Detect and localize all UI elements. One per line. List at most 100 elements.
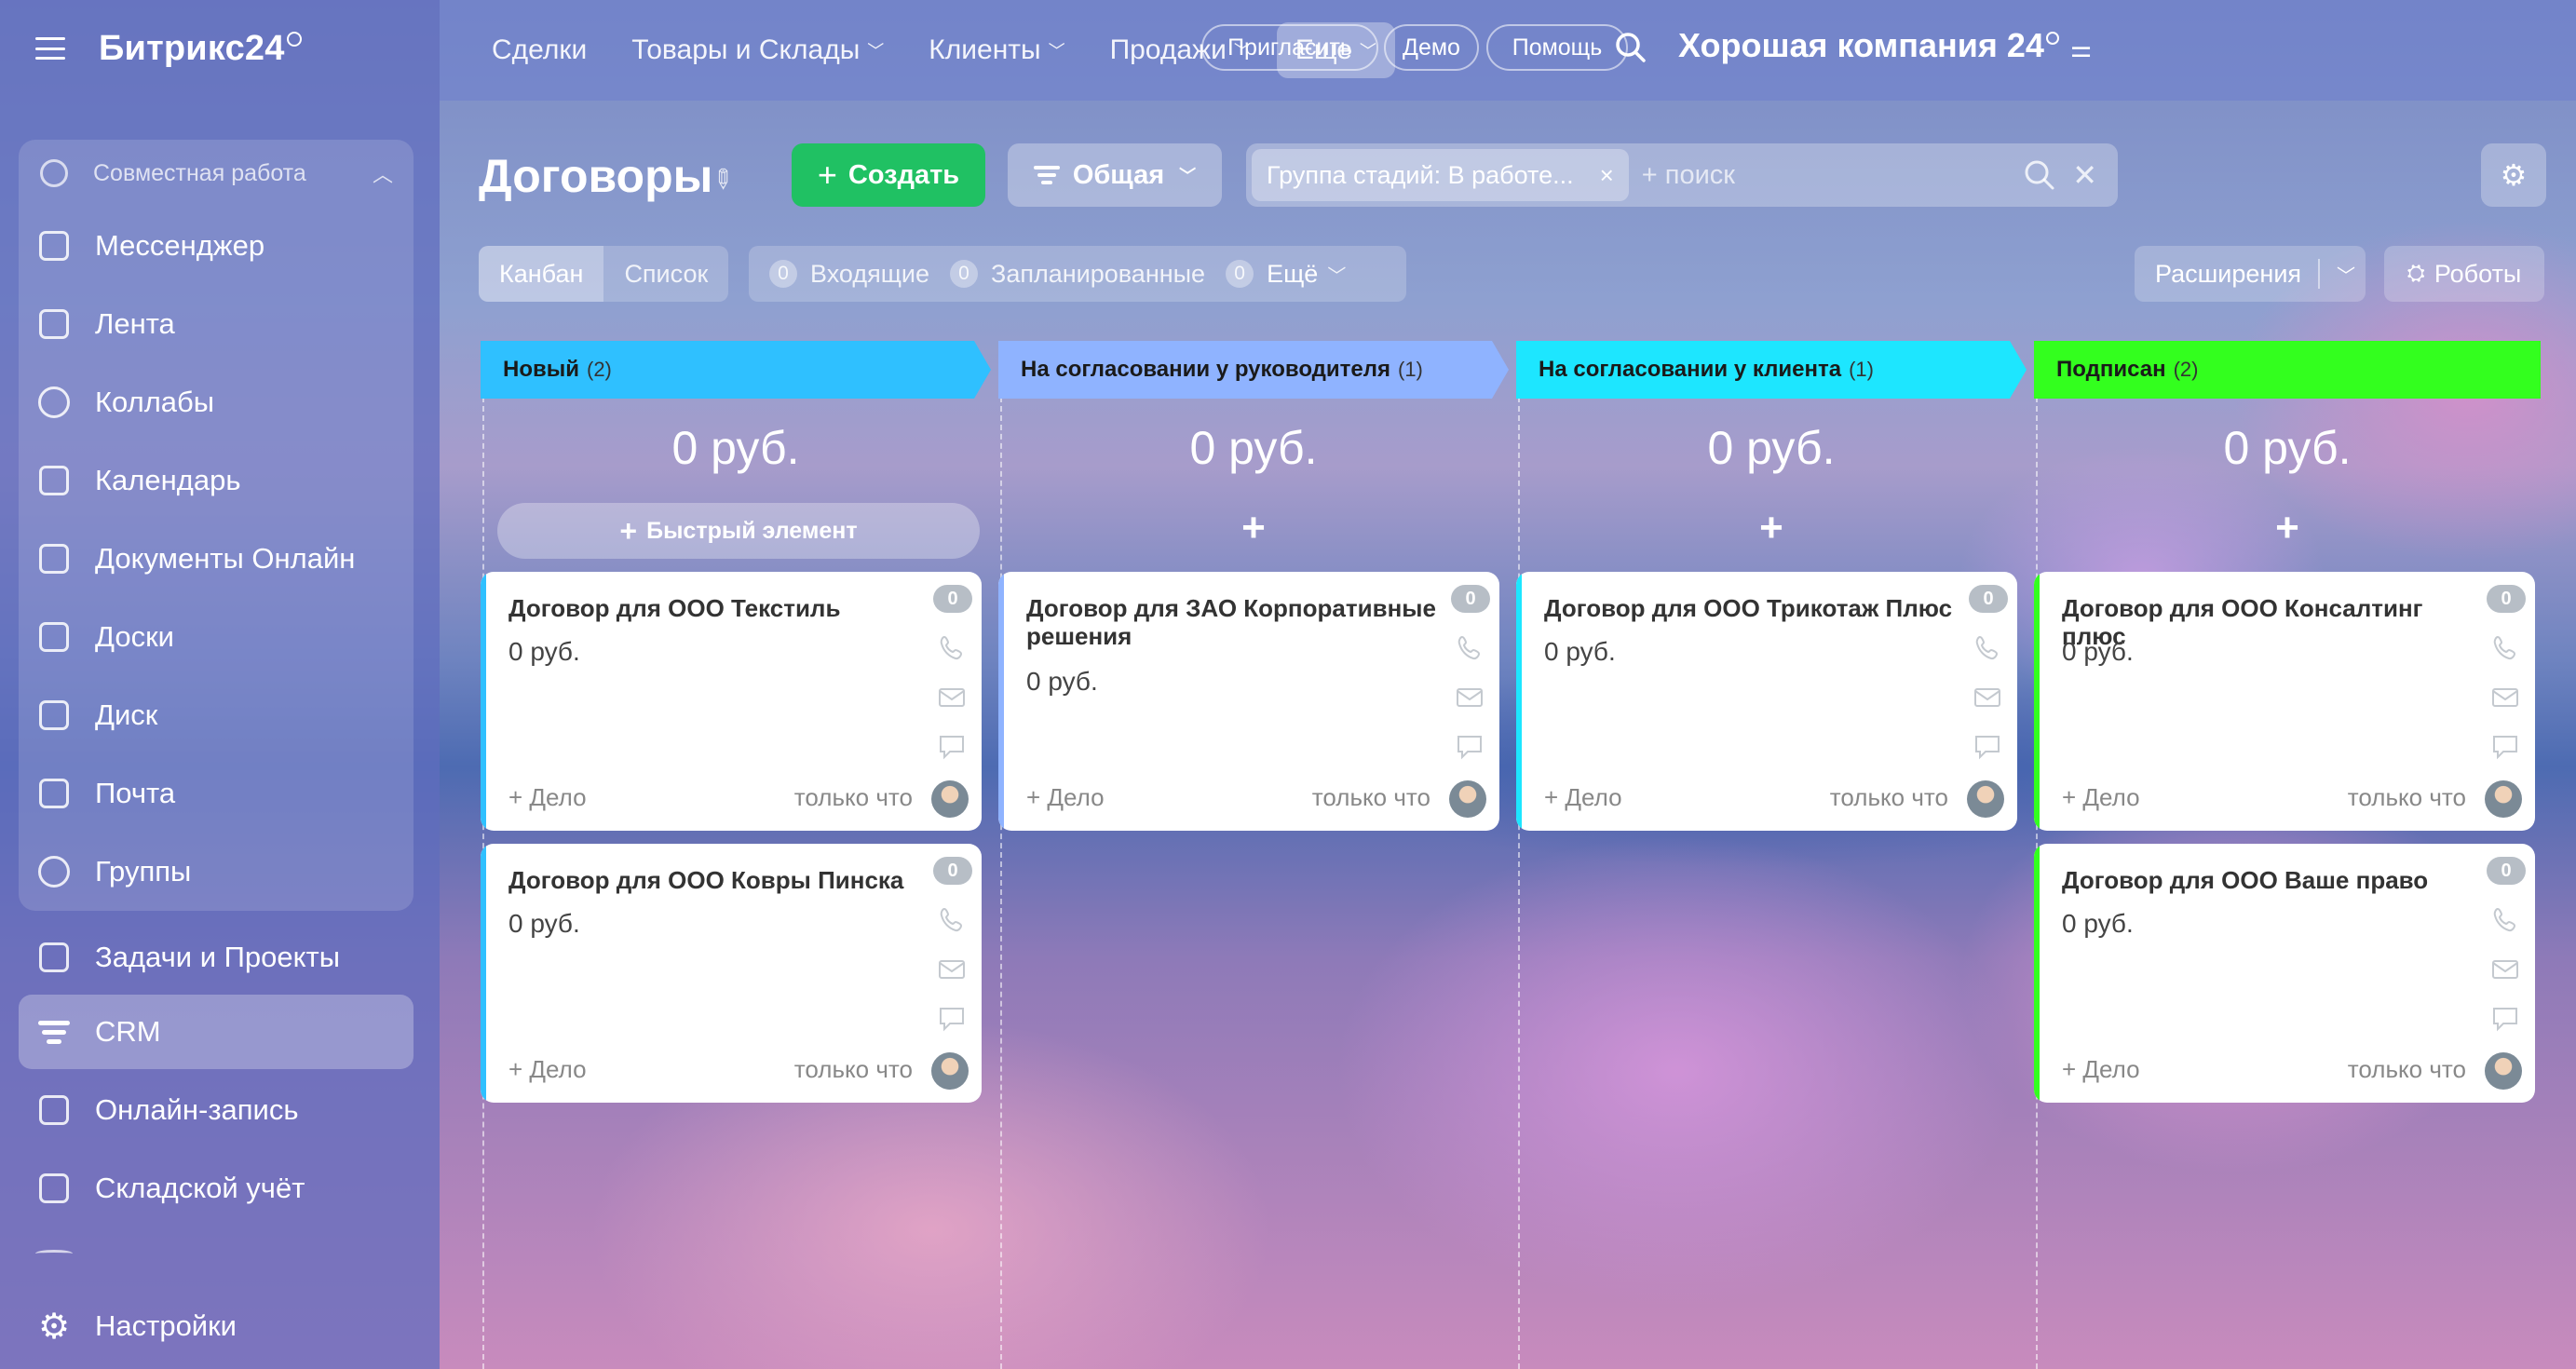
add-item-icon[interactable]: + — [2034, 505, 2541, 551]
add-activity-link[interactable]: + Дело — [1026, 783, 1105, 812]
sidebar-item-calendar[interactable]: Календарь — [19, 441, 414, 520]
view-list[interactable]: Список — [603, 246, 729, 302]
search-icon[interactable] — [2024, 159, 2055, 191]
add-activity-link[interactable]: + Дело — [2062, 1055, 2140, 1084]
column-header[interactable]: Подписан (2) — [2034, 341, 2541, 399]
sidebar-item-messenger[interactable]: Мессенджер — [19, 207, 414, 285]
mail-icon[interactable] — [2490, 955, 2520, 989]
mail-icon[interactable] — [1973, 683, 2002, 717]
planned-filter[interactable]: Запланированные — [991, 260, 1205, 289]
deal-card[interactable]: Договор для ООО Ваше право 0 руб. 0 + Дело т… — [2034, 844, 2535, 1103]
company-name[interactable]: Хорошая компания 24 ⚌ — [1678, 26, 2092, 65]
kanban-settings-button[interactable]: ⚙ — [2481, 143, 2546, 207]
add-activity-link[interactable]: + Дело — [1544, 783, 1622, 812]
sidebar-item-collabs[interactable]: Коллабы — [19, 363, 414, 441]
sidebar-item-groups[interactable]: Группы — [19, 833, 414, 911]
sidebar-item-settings[interactable]: ⚙ Настройки — [19, 1289, 414, 1363]
chat-icon[interactable] — [1455, 732, 1485, 766]
category-select[interactable]: Общая ﹀ — [1008, 143, 1222, 207]
create-button[interactable]: + Создать — [792, 143, 985, 207]
settings-sliders-icon[interactable]: ⚌ — [2070, 34, 2092, 62]
sidebar-item-crm[interactable]: CRM — [19, 995, 414, 1069]
mail-icon[interactable] — [937, 683, 967, 717]
chevron-down-icon[interactable]: ﹀ — [2337, 261, 2355, 288]
sidebar-group-header[interactable]: Совместная работа ︿ — [19, 140, 414, 207]
incoming-filter[interactable]: Входящие — [810, 260, 929, 289]
avatar[interactable] — [1449, 780, 1486, 818]
quick-add-button[interactable]: + Быстрый элемент — [497, 503, 980, 559]
filter-search-box[interactable]: Группа стадий: В работе... × + поиск ✕ — [1246, 143, 2118, 207]
card-title[interactable]: Договор для ЗАО Корпоративные решения — [1026, 594, 1436, 650]
sidebar-item-documents[interactable]: Документы Онлайн — [19, 520, 414, 598]
chevron-up-icon[interactable]: ︿ — [373, 158, 393, 188]
filter-chip[interactable]: Группа стадий: В работе... × — [1252, 149, 1629, 201]
chat-icon[interactable] — [1973, 732, 2002, 766]
mail-icon[interactable] — [1455, 683, 1485, 717]
mail-icon[interactable] — [937, 955, 967, 989]
add-activity-link[interactable]: + Дело — [508, 783, 587, 812]
phone-icon[interactable] — [2490, 633, 2520, 668]
column-header[interactable]: На согласовании у клиента (1) — [1516, 341, 2027, 399]
sidebar-item-label: Складской учёт — [95, 1172, 305, 1204]
avatar[interactable] — [931, 1052, 969, 1090]
topnav-item-2[interactable]: Клиенты ﹀ — [910, 22, 1083, 78]
chat-icon[interactable] — [2490, 1004, 2520, 1038]
card-title[interactable]: Договор для ООО Трикотаж Плюс — [1544, 594, 1954, 622]
sidebar-group-collaboration: Совместная работа ︿ Мессенджер Лента Колла… — [19, 140, 414, 911]
menu-icon[interactable] — [35, 37, 65, 60]
card-accent — [481, 572, 486, 831]
chat-icon[interactable] — [937, 732, 967, 766]
card-title[interactable]: Договор для ООО Текстиль — [508, 594, 918, 622]
clock-icon — [286, 31, 302, 47]
extensions-button[interactable]: Расширения ﹀ — [2135, 246, 2366, 302]
add-item-icon[interactable]: + — [998, 505, 1509, 551]
view-kanban[interactable]: Канбан — [479, 246, 604, 302]
page-title: Договоры — [479, 150, 713, 202]
sidebar-item-boards[interactable]: Доски — [19, 598, 414, 676]
column-header[interactable]: На согласовании у руководителя (1) — [998, 341, 1509, 399]
top-navigation: Сделки Товары и Склады ﹀ Клиенты ﹀ Продажи ﹀ Ещ… — [440, 0, 2576, 101]
logo[interactable]: Битрикс24 — [99, 29, 302, 69]
deal-card[interactable]: Договор для ООО Трикотаж Плюс 0 руб. 0 + Де… — [1516, 572, 2017, 831]
invite-button[interactable]: Пригласить — [1201, 24, 1378, 71]
sidebar-item-warehouse[interactable]: Складской учёт — [19, 1151, 414, 1226]
deal-card[interactable]: Договор для ООО Ковры Пинска 0 руб. 0 + Дел… — [481, 844, 982, 1103]
activity-count-badge: 0 — [933, 857, 972, 885]
more-filter[interactable]: Ещё — [1267, 260, 1318, 289]
sidebar-item-booking[interactable]: Онлайн-запись — [19, 1073, 414, 1147]
sidebar-item-tasks[interactable]: Задачи и Проекты — [19, 920, 414, 995]
topnav-item-1[interactable]: Товары и Склады ﹀ — [613, 22, 902, 78]
deal-card[interactable]: Договор для ООО Консалтинг плюс 0 руб. 0 + … — [2034, 572, 2535, 831]
avatar[interactable] — [2485, 1052, 2522, 1090]
avatar[interactable] — [2485, 780, 2522, 818]
phone-icon[interactable] — [937, 633, 967, 668]
help-button[interactable]: Помощь — [1486, 24, 1628, 71]
deal-card[interactable]: Договор для ООО Текстиль 0 руб. 0 + Дело тол… — [481, 572, 982, 831]
chat-icon[interactable] — [2490, 732, 2520, 766]
avatar[interactable] — [931, 780, 969, 818]
column-header[interactable]: Новый (2) — [481, 341, 991, 399]
phone-icon[interactable] — [2490, 905, 2520, 940]
phone-icon[interactable] — [1455, 633, 1485, 668]
mail-icon[interactable] — [2490, 683, 2520, 717]
topnav-item-0[interactable]: Сделки — [473, 22, 605, 78]
clear-icon[interactable]: ✕ — [2072, 157, 2097, 193]
demo-button[interactable]: Демо — [1384, 24, 1479, 71]
chat-icon[interactable] — [937, 1004, 967, 1038]
sidebar-item-disk[interactable]: Диск — [19, 676, 414, 754]
add-item-icon[interactable]: + — [1516, 505, 2027, 551]
search-input[interactable]: + поиск — [1642, 160, 1735, 191]
card-title[interactable]: Договор для ООО Ковры Пинска — [508, 866, 918, 894]
add-activity-link[interactable]: + Дело — [508, 1055, 587, 1084]
deal-card[interactable]: Договор для ЗАО Корпоративные решения 0 р… — [998, 572, 1499, 831]
robots-button[interactable]: ⛭ Роботы — [2384, 246, 2544, 302]
phone-icon[interactable] — [1973, 633, 2002, 668]
phone-icon[interactable] — [937, 905, 967, 940]
add-activity-link[interactable]: + Дело — [2062, 783, 2140, 812]
close-icon[interactable]: × — [1600, 161, 1614, 190]
sidebar-item-feed[interactable]: Лента — [19, 285, 414, 363]
sidebar-item-mail[interactable]: Почта — [19, 754, 414, 833]
chevron-down-icon[interactable]: ﹀ — [1327, 261, 1346, 288]
card-title[interactable]: Договор для ООО Ваше право — [2062, 866, 2472, 894]
avatar[interactable] — [1967, 780, 2004, 818]
